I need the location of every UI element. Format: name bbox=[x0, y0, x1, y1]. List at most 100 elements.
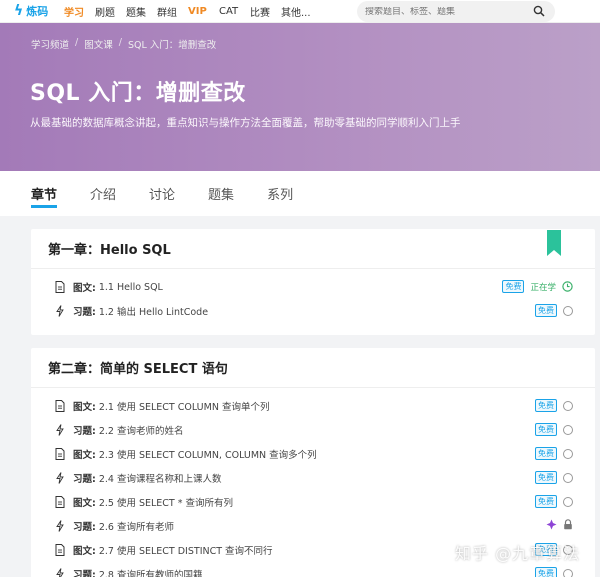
chapter-title: 第一章：Hello SQL bbox=[31, 229, 595, 269]
lesson-row[interactable]: 图文: 2.1 使用 SELECT COLUMN 查询单个列 免费 bbox=[31, 394, 595, 418]
logo-icon: ϟ bbox=[14, 3, 23, 19]
search-box bbox=[357, 1, 555, 22]
lesson-status bbox=[546, 519, 573, 530]
lesson-status: 免费 bbox=[535, 471, 573, 484]
bolt-icon bbox=[55, 520, 65, 532]
nav-item-more[interactable]: 其他... bbox=[281, 4, 312, 19]
doc-icon bbox=[55, 496, 65, 508]
lesson-row[interactable]: 习题: 2.2 查询老师的姓名 免费 bbox=[31, 418, 595, 442]
lesson-status: 免费 正在学 bbox=[502, 280, 573, 293]
logo[interactable]: ϟ 炼码 bbox=[14, 3, 64, 19]
lesson-type: 图文: bbox=[73, 447, 96, 461]
nav-item-problems[interactable]: 刷题 bbox=[95, 4, 126, 19]
top-nav: ϟ 炼码 学习 刷题 题集 群组 VIP CAT 比赛 其他... bbox=[0, 0, 600, 23]
free-badge: 免费 bbox=[535, 495, 557, 508]
not-started-icon bbox=[563, 569, 573, 577]
free-badge: 免费 bbox=[502, 280, 524, 293]
search-icon[interactable] bbox=[533, 5, 545, 17]
tab-problem-sets[interactable]: 题集 bbox=[208, 171, 234, 216]
breadcrumb-separator: / bbox=[119, 37, 122, 51]
lesson-title[interactable]: 2.6 查询所有老师 bbox=[99, 519, 174, 533]
nav-item-problem-sets[interactable]: 题集 bbox=[126, 4, 157, 19]
page-subtitle: 从最基础的数据库概念讲起，重点知识与操作方法全面覆盖，帮助零基础的同学顺利入门上… bbox=[30, 115, 461, 130]
lesson-type: 图文: bbox=[73, 495, 96, 509]
breadcrumb: 学习频道 / 图文课 / SQL 入门：增删查改 bbox=[31, 37, 216, 51]
free-badge: 免费 bbox=[535, 423, 557, 436]
nav-item-contest[interactable]: 比赛 bbox=[250, 4, 281, 19]
free-badge: 免费 bbox=[535, 304, 557, 317]
lesson-row[interactable]: 习题: 2.6 查询所有老师 bbox=[31, 514, 595, 538]
nav-item-vip[interactable]: VIP bbox=[188, 6, 219, 17]
chapter-title: 第二章：简单的 SELECT 语句 bbox=[31, 348, 595, 388]
learning-status-text: 正在学 bbox=[530, 281, 556, 293]
lesson-status: 免费 bbox=[535, 447, 573, 460]
lesson-status: 免费 bbox=[535, 423, 573, 436]
page-title: SQL 入门：增删查改 bbox=[30, 75, 246, 107]
bolt-icon bbox=[55, 305, 65, 317]
lesson-type: 习题: bbox=[73, 567, 96, 577]
clock-icon bbox=[562, 281, 573, 292]
not-started-icon bbox=[563, 449, 573, 459]
lesson-row[interactable]: 习题: 1.2 输出 Hello LintCode 免费 bbox=[31, 299, 595, 323]
chapter-title-text: 第二章：简单的 SELECT 语句 bbox=[48, 358, 228, 377]
nav-item-groups[interactable]: 群组 bbox=[157, 4, 188, 19]
not-started-icon bbox=[563, 497, 573, 507]
lesson-type: 习题: bbox=[73, 423, 96, 437]
logo-text: 炼码 bbox=[26, 3, 48, 19]
lesson-title[interactable]: 2.4 查询课程名称和上课人数 bbox=[99, 471, 222, 485]
lesson-type: 习题: bbox=[73, 519, 96, 533]
lesson-title[interactable]: 1.2 输出 Hello LintCode bbox=[99, 304, 208, 318]
chapter-title-text: 第一章：Hello SQL bbox=[48, 239, 171, 258]
breadcrumb-study-channel[interactable]: 学习频道 bbox=[31, 37, 69, 51]
bookmark-icon[interactable] bbox=[547, 230, 561, 256]
free-badge: 免费 bbox=[535, 447, 557, 460]
doc-icon bbox=[55, 281, 65, 293]
lesson-status: 免费 bbox=[535, 495, 573, 508]
breadcrumb-separator: / bbox=[75, 37, 78, 51]
tab-discussion[interactable]: 讨论 bbox=[149, 171, 175, 216]
vip-diamond-icon bbox=[546, 519, 557, 530]
lesson-title[interactable]: 2.7 使用 SELECT DISTINCT 查询不同行 bbox=[99, 543, 273, 557]
breadcrumb-graphic-course[interactable]: 图文课 bbox=[84, 37, 113, 51]
lesson-type: 图文: bbox=[73, 399, 96, 413]
lesson-title[interactable]: 2.5 使用 SELECT * 查询所有列 bbox=[99, 495, 233, 509]
lesson-title[interactable]: 2.1 使用 SELECT COLUMN 查询单个列 bbox=[99, 399, 270, 413]
tab-intro[interactable]: 介绍 bbox=[90, 171, 116, 216]
lesson-row[interactable]: 习题: 2.8 查询所有教师的国籍 免费 bbox=[31, 562, 595, 577]
free-badge: 免费 bbox=[535, 399, 557, 412]
not-started-icon bbox=[563, 401, 573, 411]
lock-icon bbox=[563, 519, 573, 530]
lesson-title[interactable]: 2.2 查询老师的姓名 bbox=[99, 423, 184, 437]
tab-chapters[interactable]: 章节 bbox=[31, 171, 57, 216]
course-tabs: 章节 介绍 讨论 题集 系列 bbox=[0, 171, 600, 216]
lesson-type: 习题: bbox=[73, 471, 96, 485]
bolt-icon bbox=[55, 472, 65, 484]
lesson-status: 免费 bbox=[535, 399, 573, 412]
nav-item-study[interactable]: 学习 bbox=[64, 4, 95, 19]
not-started-icon bbox=[563, 425, 573, 435]
lesson-type: 图文: bbox=[73, 280, 96, 294]
course-hero-banner: 学习频道 / 图文课 / SQL 入门：增删查改 SQL 入门：增删查改 从最基… bbox=[0, 23, 600, 171]
chapter-card: 第一章：Hello SQL 图文: 1.1 Hello SQL 免费 正在学 习… bbox=[31, 229, 595, 335]
doc-icon bbox=[55, 448, 65, 460]
lesson-row[interactable]: 习题: 2.4 查询课程名称和上课人数 免费 bbox=[31, 466, 595, 490]
lesson-type: 习题: bbox=[73, 304, 96, 318]
not-started-icon bbox=[563, 473, 573, 483]
not-started-icon bbox=[563, 306, 573, 316]
lesson-row[interactable]: 图文: 1.1 Hello SQL 免费 正在学 bbox=[31, 275, 595, 299]
lesson-row[interactable]: 图文: 2.3 使用 SELECT COLUMN, COLUMN 查询多个列 免… bbox=[31, 442, 595, 466]
watermark: 知乎 @九章算法 bbox=[455, 540, 580, 564]
lesson-title[interactable]: 1.1 Hello SQL bbox=[99, 282, 163, 293]
tab-series[interactable]: 系列 bbox=[267, 171, 293, 216]
breadcrumb-current: SQL 入门：增删查改 bbox=[128, 37, 216, 51]
search-input[interactable] bbox=[365, 7, 525, 17]
free-badge: 免费 bbox=[535, 471, 557, 484]
bolt-icon bbox=[55, 424, 65, 436]
lesson-title[interactable]: 2.3 使用 SELECT COLUMN, COLUMN 查询多个列 bbox=[99, 447, 317, 461]
doc-icon bbox=[55, 544, 65, 556]
lesson-row[interactable]: 图文: 2.5 使用 SELECT * 查询所有列 免费 bbox=[31, 490, 595, 514]
free-badge: 免费 bbox=[535, 567, 557, 577]
nav-item-cat[interactable]: CAT bbox=[219, 6, 250, 17]
lesson-title[interactable]: 2.8 查询所有教师的国籍 bbox=[99, 567, 203, 577]
lesson-status: 免费 bbox=[535, 304, 573, 317]
